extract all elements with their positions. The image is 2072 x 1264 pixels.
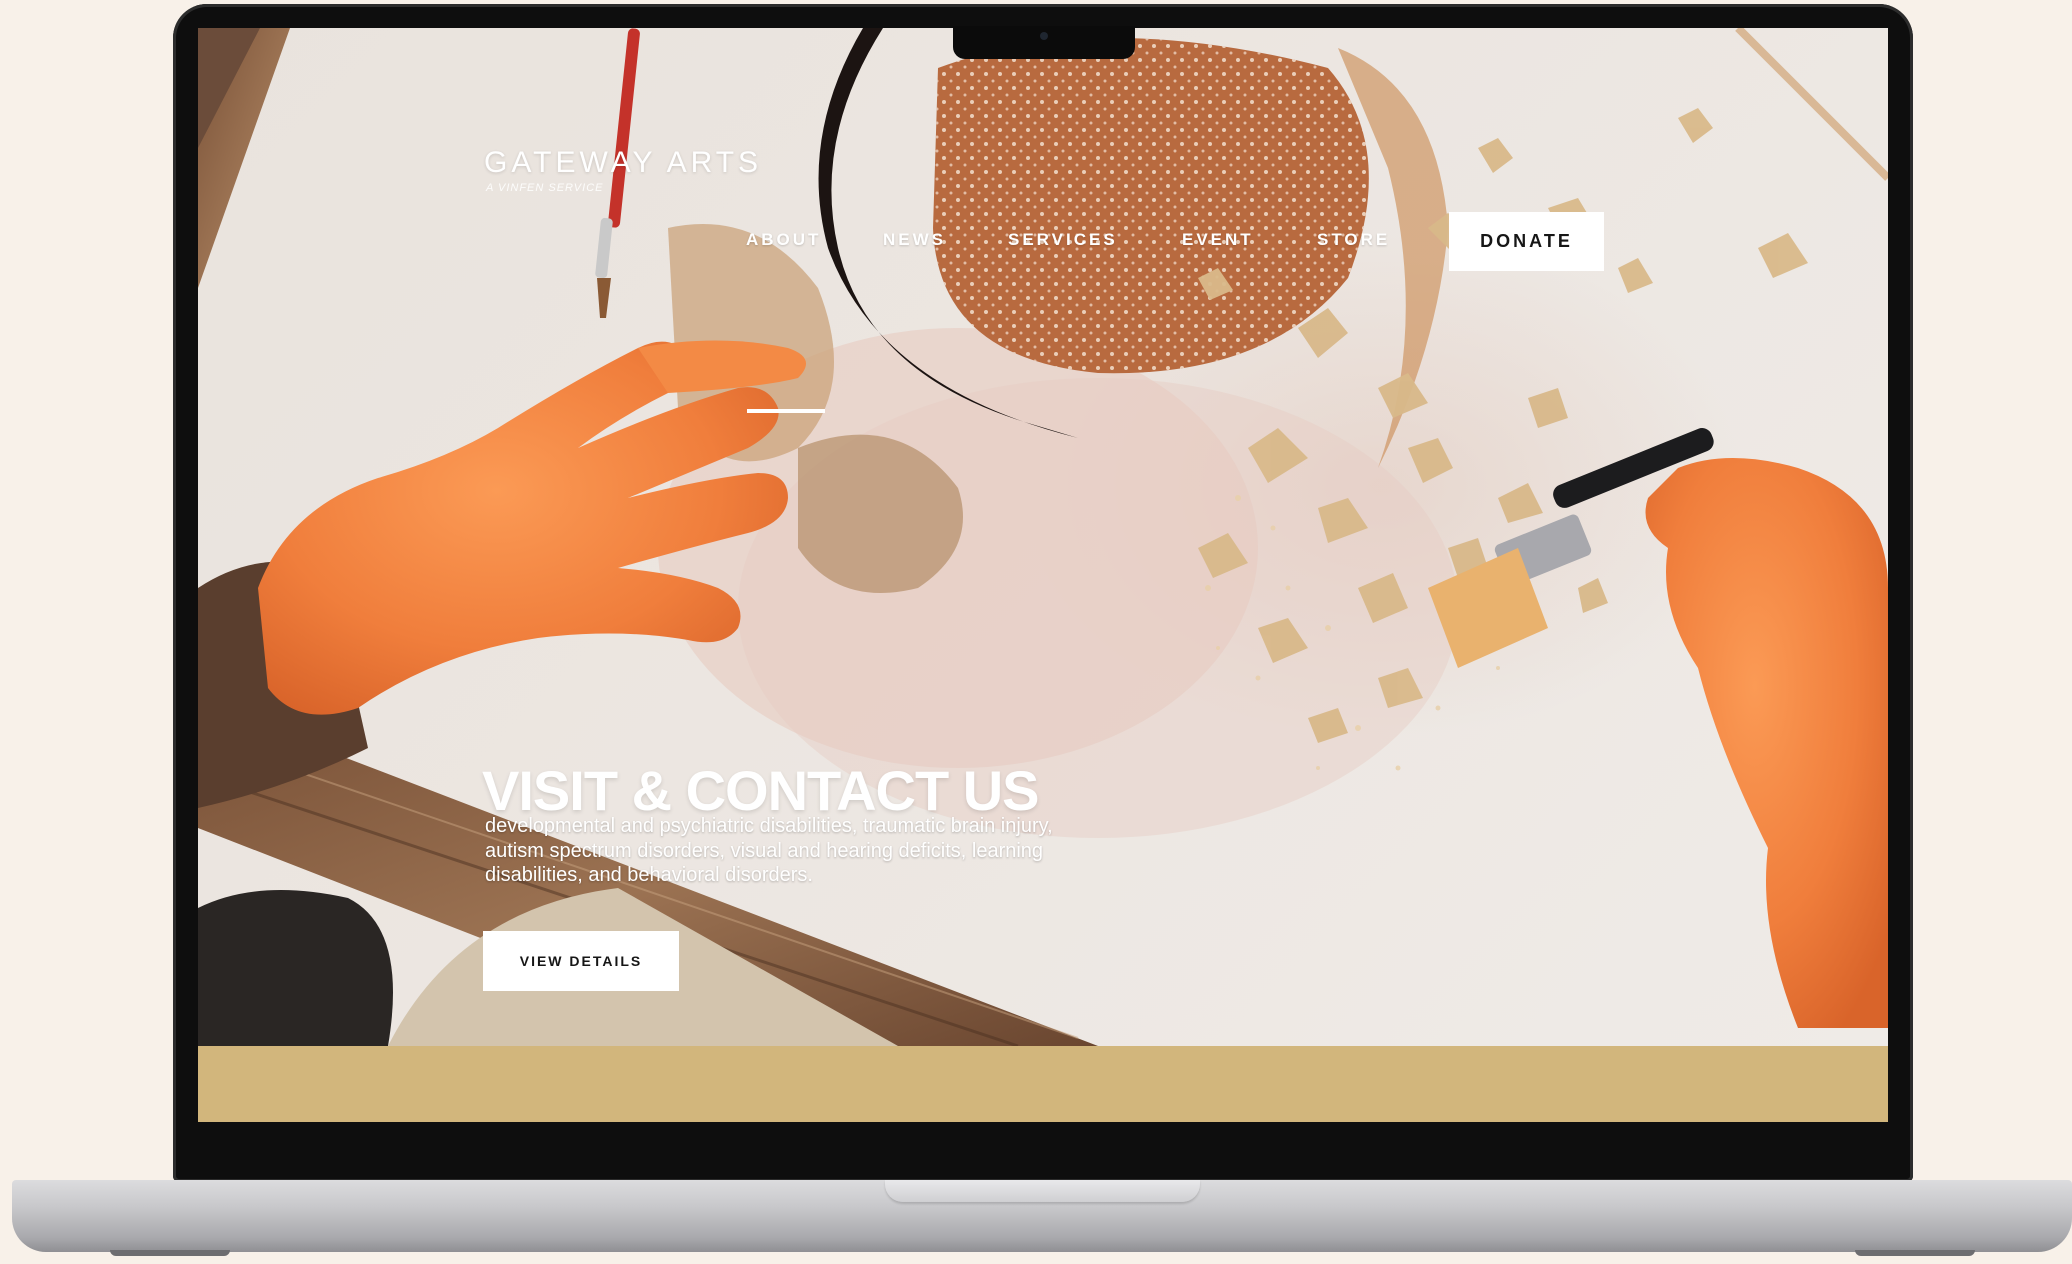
camera-icon bbox=[1040, 32, 1048, 40]
laptop-screen: GATEWAY ARTS A VINFEN SERVICE ABOUT NEWS… bbox=[198, 28, 1888, 1122]
gold-footer-band bbox=[198, 1046, 1888, 1122]
nav-services[interactable]: SERVICES bbox=[1008, 230, 1118, 250]
laptop-opening-groove bbox=[885, 1180, 1200, 1202]
nav-about[interactable]: ABOUT bbox=[746, 230, 821, 250]
donate-button[interactable]: DONATE bbox=[1449, 212, 1604, 271]
laptop-foot-left bbox=[110, 1250, 230, 1256]
hero-background-artwork bbox=[198, 28, 1888, 1046]
chair bbox=[198, 890, 393, 1046]
site-tagline: A VINFEN SERVICE bbox=[486, 182, 604, 194]
screen-notch bbox=[953, 26, 1135, 59]
site-logo[interactable]: GATEWAY ARTS bbox=[484, 146, 762, 180]
hero-description: developmental and psychiatric disabiliti… bbox=[485, 815, 1053, 886]
nav-event[interactable]: EVENT bbox=[1182, 230, 1254, 250]
hero-section: GATEWAY ARTS A VINFEN SERVICE ABOUT NEWS… bbox=[198, 28, 1888, 1046]
right-gloved-hand bbox=[1428, 428, 1888, 1028]
nav-store[interactable]: STORE bbox=[1317, 230, 1390, 250]
nav-news[interactable]: NEWS bbox=[883, 230, 946, 250]
slide-indicator[interactable] bbox=[747, 409, 825, 413]
laptop-foot-right bbox=[1855, 1250, 1975, 1256]
view-details-button[interactable]: VIEW DETAILS bbox=[483, 931, 679, 991]
small-brush-handle bbox=[608, 28, 640, 228]
